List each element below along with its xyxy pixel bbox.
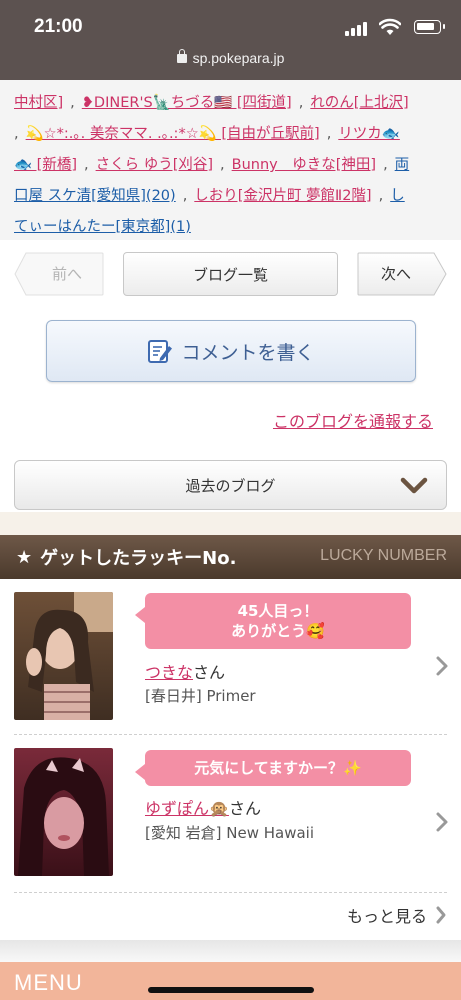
blog-link[interactable]: ❥DINER'S🗽ちづる🇺🇸 [四街道] — [82, 95, 292, 111]
blog-list-line-3: 🐟 [新橋], さくら ゆう[刈谷], Bunny ゆきな[神田], 両 — [14, 157, 410, 173]
lucky-number-title: ゲットしたラッキーNo. — [40, 548, 237, 569]
chevron-down-icon — [400, 477, 428, 494]
name-suffix: さん — [193, 663, 226, 682]
message-bubble: 元気にしてますかー？✨ — [135, 750, 411, 786]
girl-photo — [14, 592, 113, 720]
menu-bar[interactable]: MENU — [0, 962, 461, 1000]
blog-list-line-4: 口屋 スケ清[愛知県](20), しおり[金沢片町 夢館Ⅱ2階], し — [14, 188, 405, 204]
girl-name: つきなさん — [145, 659, 225, 683]
blog-link[interactable]: てぃーはんたー[東京都](1) — [14, 219, 191, 235]
blog-link[interactable]: 口屋 スケ清[愛知県](20) — [14, 188, 176, 204]
blog-list-label: ブログ一覧 — [192, 265, 268, 284]
shop-name: [愛知 岩倉] New Hawaii — [145, 824, 314, 842]
lucky-card[interactable]: 元気にしてますかー？✨ ゆずぽん🙊さん [愛知 岩倉] New Hawaii — [0, 735, 461, 885]
next-label: 次へ — [380, 265, 411, 283]
name-suffix: さん — [228, 799, 261, 818]
write-comment-button[interactable]: コメントを書く — [46, 320, 416, 382]
signal-icon — [345, 22, 367, 36]
divider — [14, 892, 447, 893]
blog-link[interactable]: さくら ゆう[刈谷] — [96, 157, 213, 173]
blog-link[interactable]: 両 — [395, 157, 410, 173]
see-more-label: もっと見る — [346, 907, 427, 926]
blog-link[interactable]: 💫☆*:.｡. 美奈ママ. .｡.:*☆💫 [自由が丘駅前] — [26, 126, 320, 142]
blog-list-line-1: 中村区], ❥DINER'S🗽ちづる🇺🇸 [四街道], れのん[上北沢] — [14, 95, 409, 111]
status-time: 21:00 — [34, 16, 83, 37]
message-line-1: 元気にしてますかー？✨ — [194, 759, 362, 777]
message-line-1: 45人目っ！ — [237, 602, 319, 620]
blog-list-button[interactable]: ブログ一覧 — [123, 252, 338, 296]
girl-name-link[interactable]: つきな — [145, 663, 193, 682]
lucky-number-header: ★ ゲットしたラッキーNo. LUCKY NUMBER — [0, 535, 461, 579]
girl-name: ゆずぽん🙊さん — [145, 795, 261, 819]
blog-link[interactable]: しおり[金沢片町 夢館Ⅱ2階] — [194, 188, 371, 204]
blog-list-line-2: , 💫☆*:.｡. 美奈ママ. .｡.:*☆💫 [自由が丘駅前], リツカ🐟 — [14, 126, 400, 142]
see-more-link[interactable]: もっと見る — [347, 903, 447, 927]
lucky-card[interactable]: 45人目っ！ ありがとう🥰 つきなさん [春日井] Primer — [0, 579, 461, 729]
chevron-right-icon — [436, 812, 448, 832]
section-spacer — [0, 940, 461, 962]
shop-name: [春日井] Primer — [145, 687, 256, 705]
blog-name-list: 中村区], ❥DINER'S🗽ちづる🇺🇸 [四街道], れのん[上北沢] , 💫☆*:… — [0, 80, 461, 240]
address-bar[interactable]: sp.pokepara.jp — [0, 49, 461, 66]
blog-link[interactable]: し — [390, 188, 405, 204]
menu-label: MENU — [14, 970, 83, 995]
lock-icon — [176, 49, 187, 63]
blog-link[interactable]: リツカ🐟 — [338, 126, 400, 142]
chevron-right-icon — [436, 656, 448, 676]
girl-name-link[interactable]: ゆずぽん🙊 — [145, 799, 229, 818]
report-blog-link[interactable]: このブログを通報する — [273, 408, 433, 432]
url-text: sp.pokepara.jp — [192, 50, 285, 66]
blog-link[interactable]: れのん[上北沢] — [310, 95, 408, 111]
chevron-right-icon — [436, 906, 446, 924]
blog-link[interactable]: 中村区] — [14, 95, 63, 111]
lucky-number-title-en: LUCKY NUMBER — [320, 547, 447, 564]
blog-list-line-5: てぃーはんたー[東京都](1) — [14, 212, 447, 243]
battery-icon — [414, 20, 445, 34]
star-icon: ★ — [16, 546, 33, 568]
past-blogs-label: 過去のブログ — [185, 476, 276, 495]
girl-photo — [14, 748, 113, 876]
home-indicator[interactable] — [148, 987, 314, 993]
status-bar: 21:00 sp.pokepara.jp — [0, 0, 461, 80]
blog-link[interactable]: 🐟 [新橋] — [14, 157, 77, 173]
wifi-icon — [379, 18, 401, 35]
message-bubble: 45人目っ！ ありがとう🥰 — [135, 593, 411, 649]
prev-label: 前へ — [51, 265, 82, 283]
past-blogs-dropdown[interactable]: 過去のブログ — [14, 460, 447, 510]
section-spacer — [0, 512, 461, 535]
write-comment-label: コメントを書く — [181, 341, 315, 364]
message-line-2: ありがとう🥰 — [231, 622, 325, 640]
blog-link[interactable]: Bunny ゆきな[神田] — [232, 157, 376, 173]
write-comment-icon — [148, 340, 173, 363]
